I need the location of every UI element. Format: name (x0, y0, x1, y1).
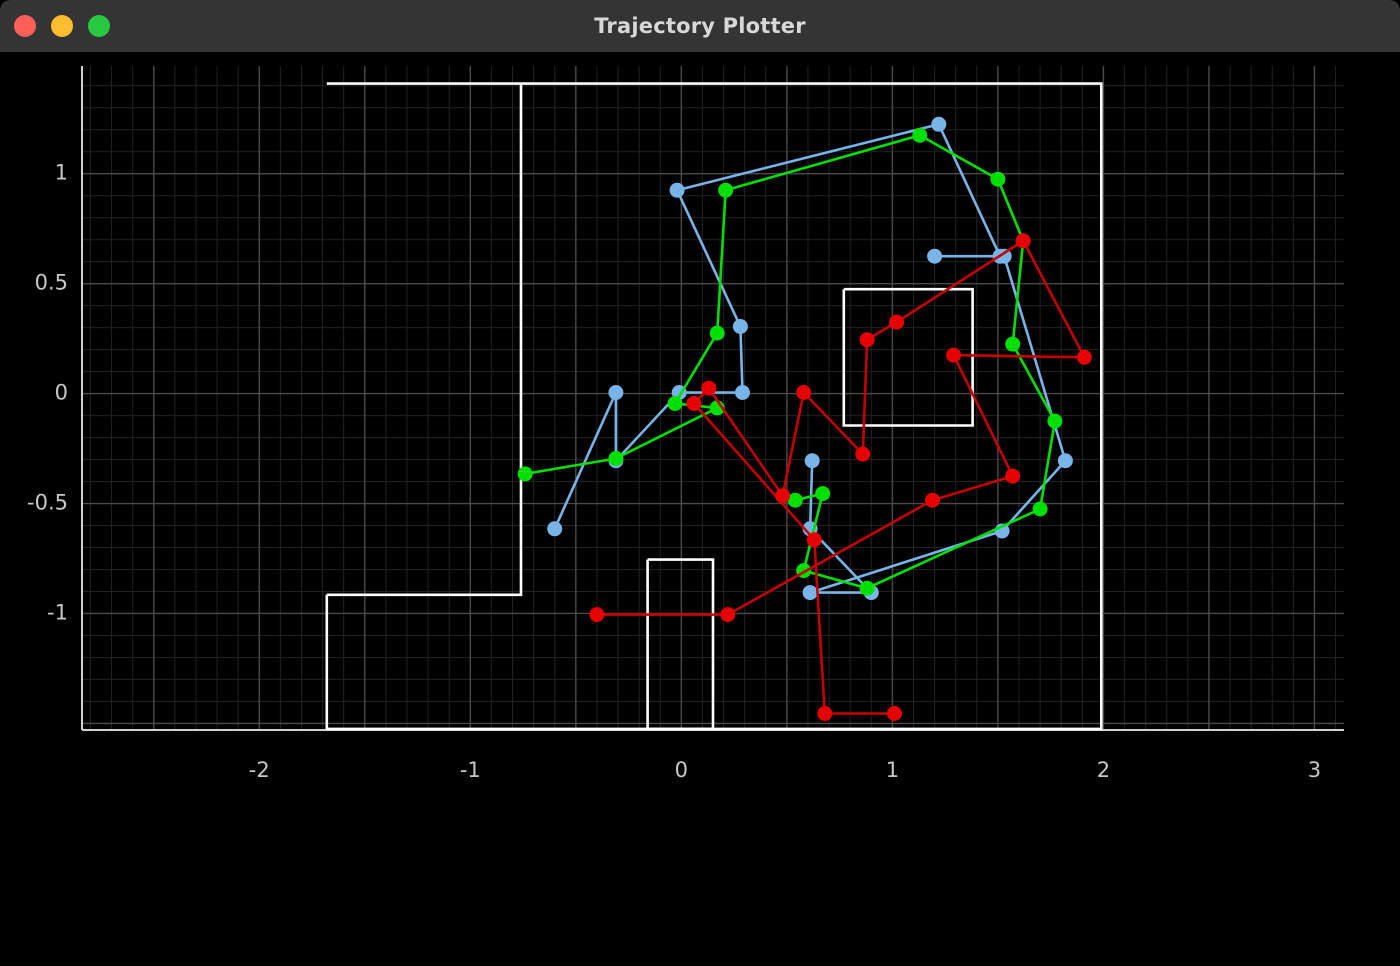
trajectory-point (802, 585, 818, 601)
trajectory-point (912, 127, 928, 143)
plot-background (0, 52, 1400, 792)
trajectory-point (927, 248, 943, 264)
x-tick-label: -2 (249, 758, 270, 782)
trajectory-point (667, 396, 683, 411)
y-tick-label: 0 (55, 381, 68, 405)
window-title: Trajectory Plotter (594, 14, 806, 38)
plot-canvas[interactable]: -2 -1 0 1 2 3 1 0.5 0 -0.5 -1 (0, 52, 1400, 792)
trajectory-point (1057, 453, 1073, 469)
trajectory-point (855, 446, 871, 462)
trajectory-point (608, 385, 624, 400)
trajectory-point (946, 347, 962, 363)
trajectory-point (732, 319, 748, 334)
trajectory-point (608, 451, 624, 466)
trajectory-point (990, 171, 1006, 187)
trajectory-point (796, 385, 812, 400)
x-tick-label: 2 (1097, 758, 1110, 782)
x-tick-label: -1 (460, 758, 481, 782)
x-tick-label: 1 (886, 758, 899, 782)
app-window: Trajectory Plotter -2 -1 0 1 2 3 1 0.5 0 -0.5 -1 P… (0, 0, 1400, 966)
trajectory-plot: -2 -1 0 1 2 3 1 0.5 0 -0.5 -1 (0, 52, 1400, 792)
y-tick-label: 1 (55, 161, 68, 185)
trajectory-point (1005, 336, 1021, 352)
trajectory-point (1005, 468, 1021, 484)
trajectory-point (1015, 233, 1031, 249)
trajectory-point (1047, 413, 1063, 429)
trajectory-point (1076, 349, 1092, 365)
trajectory-point (669, 182, 685, 198)
trajectory-point (887, 706, 902, 721)
trajectory-point (804, 453, 820, 469)
y-tick-label: -1 (47, 600, 68, 624)
x-tick-label: 0 (675, 758, 688, 782)
trajectory-point (931, 116, 947, 132)
trajectory-point (709, 325, 725, 341)
trajectory-point (889, 314, 905, 330)
trajectory-point (701, 380, 717, 396)
bottom-toolbar: Plotted Points = 49 Reset (r)OdomGround … (0, 792, 1400, 966)
y-tick-label: 0.5 (35, 271, 68, 295)
trajectory-point (806, 532, 822, 548)
trajectory-point (589, 607, 605, 623)
trajectory-point (925, 492, 940, 508)
trajectory-point (817, 706, 833, 721)
trajectory-point (859, 580, 875, 596)
trajectory-point (1032, 501, 1048, 517)
trajectory-point (735, 385, 750, 400)
window-titlebar: Trajectory Plotter (0, 0, 1400, 53)
trajectory-point (720, 607, 736, 623)
trajectory-point (517, 466, 533, 482)
trajectory-point (718, 182, 734, 198)
x-tick-label: 3 (1308, 758, 1321, 782)
trajectory-point (859, 332, 875, 348)
trajectory-point (775, 488, 791, 504)
trajectory-point (686, 396, 702, 411)
trajectory-point (815, 486, 831, 502)
trajectory-point (547, 521, 563, 537)
y-tick-label: -0.5 (27, 491, 68, 515)
